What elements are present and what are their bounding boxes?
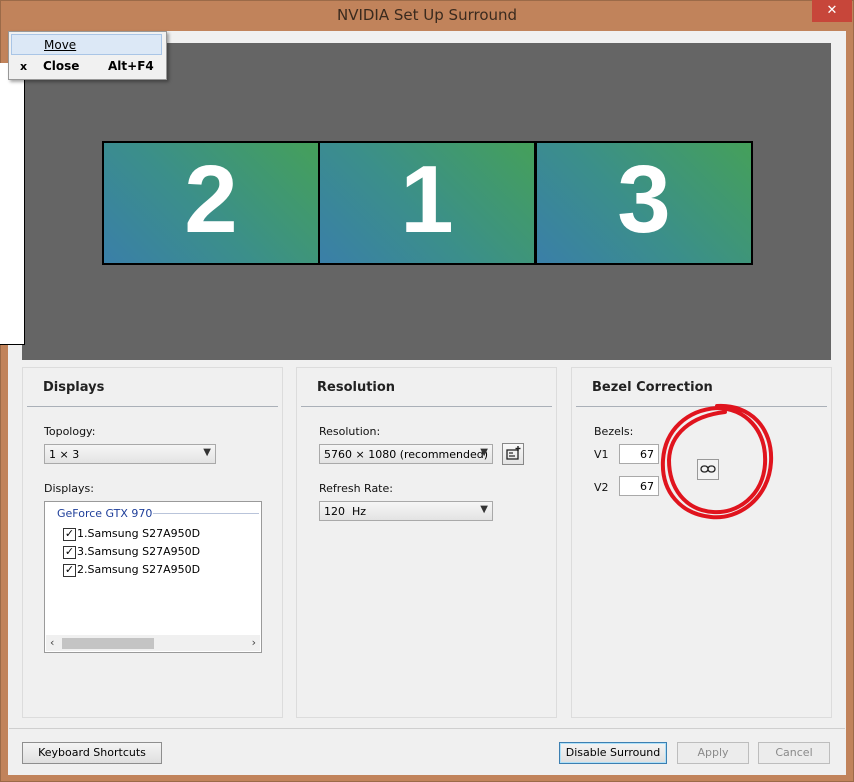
v1-value: 67 bbox=[640, 448, 654, 461]
title-bar[interactable]: NVIDIA Set Up Surround ✕ bbox=[0, 0, 854, 32]
scroll-thumb[interactable] bbox=[62, 638, 154, 649]
menu-item-close[interactable]: x Close Alt+F4 bbox=[11, 56, 162, 77]
red-circle-annotation bbox=[660, 403, 774, 520]
panel-title: Displays bbox=[43, 380, 105, 395]
resolution-value: 5760 × 1080 (recommended) bbox=[324, 448, 489, 461]
disable-surround-button[interactable]: Disable Surround bbox=[559, 742, 667, 764]
monitor-tile[interactable]: 1 bbox=[318, 141, 536, 265]
displays-list[interactable]: GeForce GTX 970 ✓ 1.Samsung S27A950D ✓ 3… bbox=[44, 501, 262, 653]
topology-value: 1 × 3 bbox=[49, 448, 80, 461]
bezels-label: Bezels: bbox=[594, 425, 634, 438]
apply-button[interactable]: Apply bbox=[677, 742, 749, 764]
menu-shortcut: Alt+F4 bbox=[108, 59, 154, 73]
panel-title: Bezel Correction bbox=[592, 380, 713, 395]
cancel-button[interactable]: Cancel bbox=[758, 742, 830, 764]
close-icon[interactable]: ✕ bbox=[812, 0, 852, 22]
display-name: 3.Samsung S27A950D bbox=[77, 545, 201, 558]
menu-label: Close bbox=[43, 59, 80, 73]
customize-icon bbox=[506, 446, 521, 460]
checkbox-checked-icon[interactable]: ✓ bbox=[63, 528, 76, 541]
display-name: 1.Samsung S27A950D bbox=[77, 527, 201, 540]
divider bbox=[153, 513, 259, 514]
monitor-tile[interactable]: 2 bbox=[102, 141, 320, 265]
topology-select[interactable]: 1 × 3 ▼ bbox=[44, 444, 216, 464]
panel-title: Resolution bbox=[317, 380, 396, 395]
divider bbox=[301, 406, 552, 407]
custom-resolution-button[interactable] bbox=[502, 443, 524, 465]
monitor-tile[interactable]: 3 bbox=[535, 141, 753, 265]
displays-label: Displays: bbox=[44, 482, 94, 495]
chevron-down-icon: ▼ bbox=[480, 504, 488, 515]
divider bbox=[27, 406, 278, 407]
display-name: 2.Samsung S27A950D bbox=[77, 563, 201, 576]
system-menu: Move x Close Alt+F4 bbox=[8, 31, 167, 80]
v2-label: V2 bbox=[594, 481, 609, 494]
resolution-select[interactable]: 5760 × 1080 (recommended) ▼ bbox=[319, 444, 493, 464]
menu-label: Move bbox=[44, 38, 77, 52]
footer-divider bbox=[9, 728, 845, 729]
resolution-label: Resolution: bbox=[319, 425, 381, 438]
horizontal-scrollbar[interactable]: ‹ › bbox=[46, 635, 260, 651]
window-title: NVIDIA Set Up Surround bbox=[336, 6, 518, 24]
resolution-panel: Resolution bbox=[296, 367, 557, 718]
checkbox-checked-icon[interactable]: ✓ bbox=[63, 546, 76, 559]
refresh-rate-label: Refresh Rate: bbox=[319, 482, 393, 495]
background-window-edge bbox=[0, 63, 25, 345]
chevron-left-icon[interactable]: ‹ bbox=[50, 636, 54, 649]
refresh-rate-value: 120 Hz bbox=[324, 505, 367, 518]
v2-value: 67 bbox=[640, 480, 654, 493]
v2-bezel-input[interactable]: 67 ˆ bbox=[619, 475, 667, 496]
chevron-down-icon: ▼ bbox=[480, 447, 488, 458]
topology-label: Topology: bbox=[44, 425, 96, 438]
close-icon: x bbox=[20, 60, 28, 73]
menu-item-move[interactable]: Move bbox=[11, 34, 162, 55]
keyboard-shortcuts-button[interactable]: Keyboard Shortcuts bbox=[22, 742, 162, 764]
checkbox-checked-icon[interactable]: ✓ bbox=[63, 564, 76, 577]
chevron-down-icon: ▼ bbox=[203, 447, 211, 458]
refresh-rate-select[interactable]: 120 Hz ▼ bbox=[319, 501, 493, 521]
gpu-group-label: GeForce GTX 970 bbox=[57, 507, 153, 520]
chevron-right-icon[interactable]: › bbox=[252, 636, 256, 649]
v1-label: V1 bbox=[594, 448, 609, 461]
v1-bezel-input[interactable]: 67 ˆ bbox=[619, 443, 667, 464]
